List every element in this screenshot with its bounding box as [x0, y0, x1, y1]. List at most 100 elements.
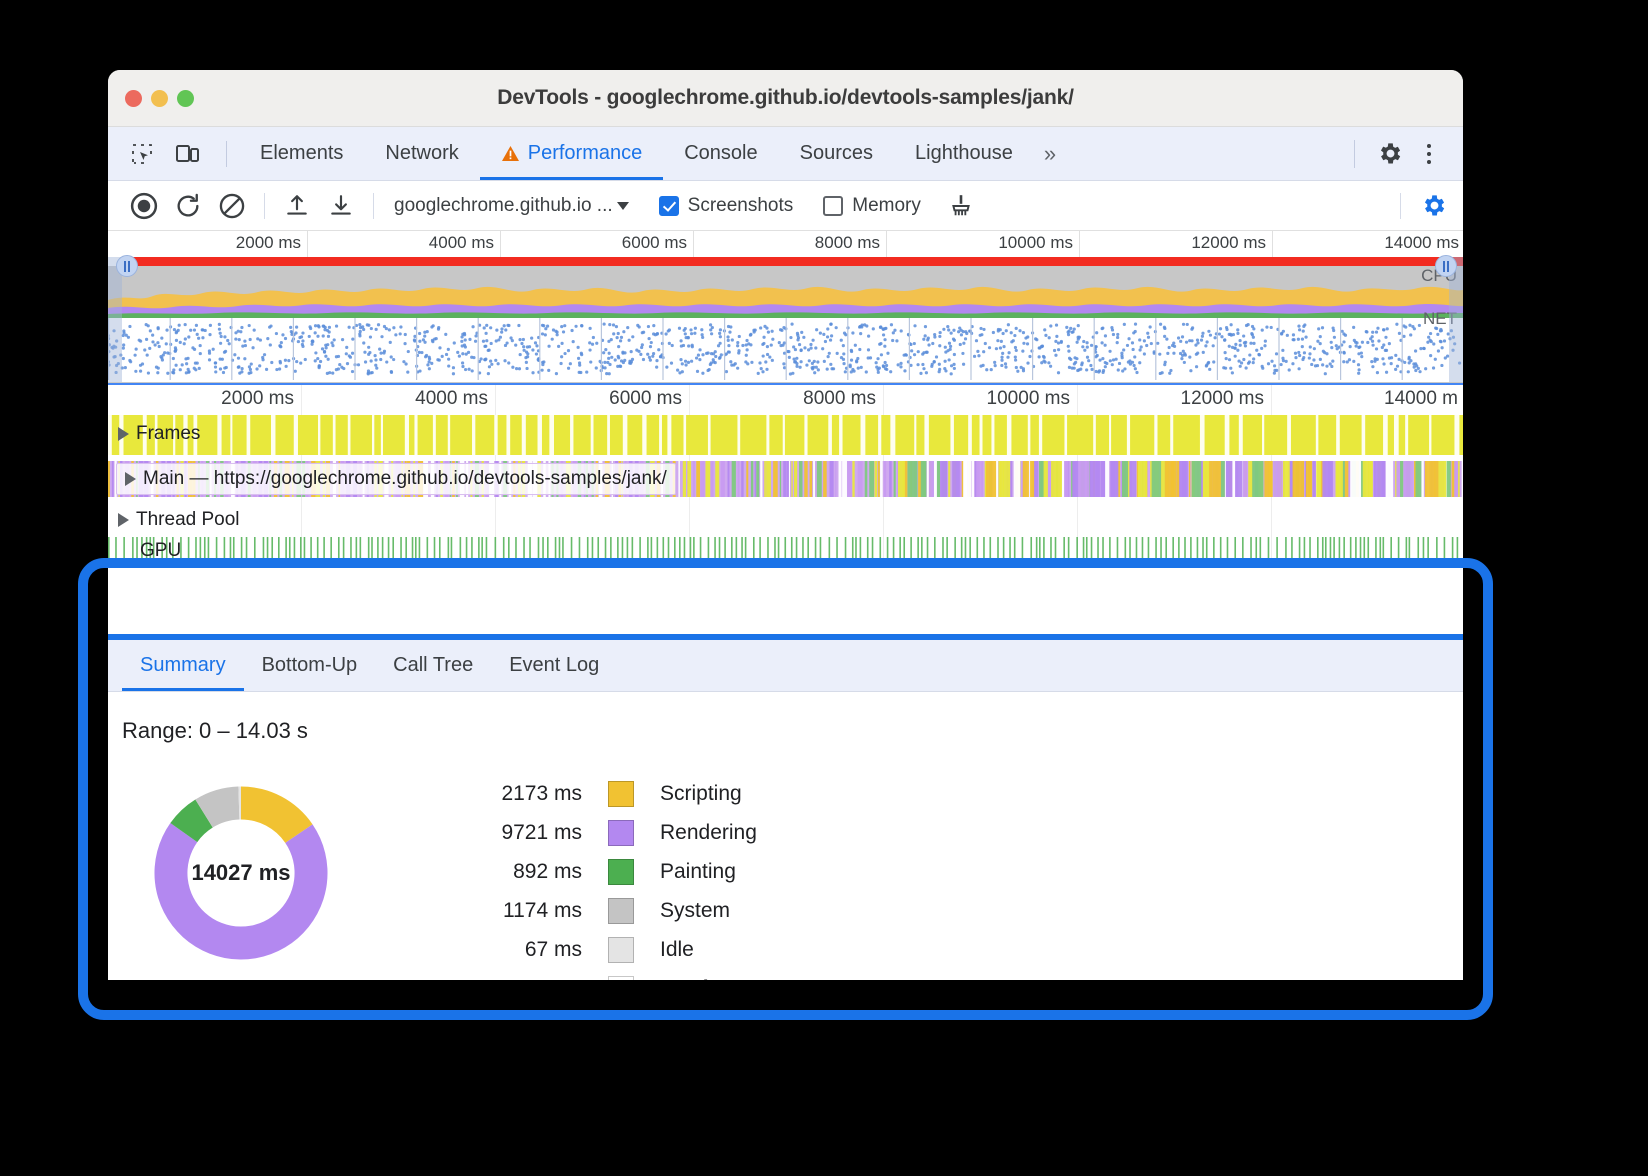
tab-call-tree[interactable]: Call Tree: [375, 640, 491, 691]
legend-label: Painting: [660, 860, 736, 884]
expand-triangle-icon: [118, 427, 129, 441]
timeline-overview[interactable]: 2000 ms 4000 ms 6000 ms 8000 ms 10000 ms…: [108, 231, 1463, 383]
capture-settings-gear-icon[interactable]: [1411, 186, 1455, 226]
tab-label: Performance: [528, 142, 643, 165]
overview-right-dimmer: [1449, 257, 1463, 382]
flame-tick-label: 2000 ms: [221, 388, 294, 410]
tab-bottom-up[interactable]: Bottom-Up: [244, 640, 376, 691]
tab-event-log[interactable]: Event Log: [491, 640, 617, 691]
expand-triangle-icon: [118, 513, 129, 527]
memory-checkbox[interactable]: Memory: [823, 195, 921, 217]
legend-value: 2173 ms: [454, 782, 582, 806]
tab-label: Lighthouse: [915, 142, 1013, 165]
activity-legend: 2173 ms Scripting 9721 ms Rendering 892 …: [454, 774, 757, 980]
tab-label: Elements: [260, 142, 343, 165]
panel-tabs: Elements Network Performance Console Sou…: [239, 127, 1064, 180]
window-title: DevTools - googlechrome.github.io/devtoo…: [108, 86, 1463, 110]
target-url-select[interactable]: googlechrome.github.io ...: [394, 195, 629, 217]
flame-ruler: 2000 ms 4000 ms 6000 ms 8000 ms 10000 ms…: [108, 385, 1463, 415]
overview-tick-label: 4000 ms: [429, 233, 494, 253]
range-label: Range: 0 – 14.03 s: [122, 718, 1463, 744]
download-profile-icon[interactable]: [319, 186, 363, 226]
overview-window-left-handle[interactable]: [116, 255, 138, 277]
chevron-down-icon: [617, 202, 629, 210]
tab-label: Sources: [800, 142, 873, 165]
kebab-menu-icon[interactable]: [1409, 134, 1449, 174]
legend-label: Rendering: [660, 821, 757, 845]
tab-network[interactable]: Network: [364, 127, 479, 180]
tab-summary[interactable]: Summary: [122, 640, 244, 691]
legend-row-scripting[interactable]: 2173 ms Scripting: [454, 774, 757, 813]
track-name: Main — https://googlechrome.github.io/de…: [143, 468, 667, 490]
legend-row-rendering[interactable]: 9721 ms Rendering: [454, 813, 757, 852]
overview-ruler: 2000 ms 4000 ms 6000 ms 8000 ms 10000 ms…: [108, 231, 1463, 257]
legend-swatch-scripting: [608, 781, 634, 807]
devtools-window: DevTools - googlechrome.github.io/devtoo…: [108, 70, 1463, 980]
toolbar-divider: [1354, 140, 1355, 168]
toolbar-divider: [1400, 193, 1401, 219]
summary-pane: Range: 0 – 14.03 s 14027 ms 2173 ms Scri…: [108, 692, 1463, 980]
device-toolbar-icon[interactable]: [168, 135, 208, 173]
legend-value: 892 ms: [454, 860, 582, 884]
legend-label: Scripting: [660, 782, 742, 806]
overview-tick-label: 12000 ms: [1191, 233, 1266, 253]
flame-chart[interactable]: 2000 ms 4000 ms 6000 ms 8000 ms 10000 ms…: [108, 383, 1463, 565]
legend-label: Total: [660, 977, 709, 981]
track-label-main[interactable]: Main — https://googlechrome.github.io/de…: [116, 463, 676, 495]
tab-performance[interactable]: Performance: [480, 127, 664, 180]
track-label-frames[interactable]: Frames: [118, 423, 200, 445]
clear-icon[interactable]: [210, 186, 254, 226]
track-gpu-content[interactable]: [108, 537, 1463, 565]
expand-triangle-icon: [125, 472, 136, 486]
activity-donut-chart[interactable]: 14027 ms: [138, 770, 344, 976]
flame-tick-label: 8000 ms: [803, 388, 876, 410]
legend-value: 9721 ms: [454, 821, 582, 845]
overview-cpu-band: [108, 266, 1463, 318]
window-titlebar: DevTools - googlechrome.github.io/devtoo…: [108, 70, 1463, 127]
warning-triangle-icon: [501, 145, 520, 162]
legend-value: 67 ms: [454, 938, 582, 962]
tab-label: Console: [684, 142, 757, 165]
tab-label: Bottom-Up: [262, 654, 358, 677]
overview-frames-red-bar: [122, 257, 1463, 266]
track-frames-content[interactable]: [108, 415, 1463, 455]
flame-tick-label: 12000 ms: [1181, 388, 1264, 410]
more-tabs-chevron-icon[interactable]: »: [1034, 141, 1064, 167]
legend-row-total: 14027 ms Total: [454, 969, 757, 980]
legend-swatch-idle: [608, 937, 634, 963]
screenshots-checkbox[interactable]: Screenshots: [659, 195, 794, 217]
upload-profile-icon[interactable]: [275, 186, 319, 226]
collect-garbage-icon[interactable]: [939, 186, 983, 226]
screenshots-label: Screenshots: [688, 195, 794, 217]
tab-label: Summary: [140, 654, 226, 677]
legend-row-system[interactable]: 1174 ms System: [454, 891, 757, 930]
legend-swatch-total: [608, 976, 634, 981]
legend-row-idle[interactable]: 67 ms Idle: [454, 930, 757, 969]
tab-label: Event Log: [509, 654, 599, 677]
tab-lighthouse[interactable]: Lighthouse: [894, 127, 1034, 180]
tab-elements[interactable]: Elements: [239, 127, 364, 180]
toolbar-divider: [226, 141, 227, 167]
overview-network-band: [108, 318, 1463, 380]
track-label-gpu[interactable]: GPU: [140, 540, 181, 562]
tab-sources[interactable]: Sources: [779, 127, 894, 180]
details-drawer: Summary Bottom-Up Call Tree Event Log Ra…: [108, 634, 1463, 980]
overview-left-dimmer: [108, 257, 122, 382]
track-name: Frames: [136, 423, 200, 445]
inspect-element-icon[interactable]: [122, 135, 162, 173]
flame-tick-label: 4000 ms: [415, 388, 488, 410]
checkbox-box: [823, 196, 843, 216]
tab-console[interactable]: Console: [663, 127, 778, 180]
overview-window-right-handle[interactable]: [1435, 255, 1457, 277]
record-icon[interactable]: [122, 186, 166, 226]
track-label-thread-pool[interactable]: Thread Pool: [118, 509, 240, 531]
track-name: Thread Pool: [136, 509, 240, 531]
legend-value: 1174 ms: [454, 899, 582, 923]
reload-and-record-icon[interactable]: [166, 186, 210, 226]
legend-row-painting[interactable]: 892 ms Painting: [454, 852, 757, 891]
details-tabs: Summary Bottom-Up Call Tree Event Log: [108, 640, 1463, 692]
overview-tick-label: 2000 ms: [236, 233, 301, 253]
gear-icon[interactable]: [1369, 134, 1409, 174]
flame-tick-label: 10000 ms: [987, 388, 1070, 410]
tab-label: Network: [385, 142, 458, 165]
